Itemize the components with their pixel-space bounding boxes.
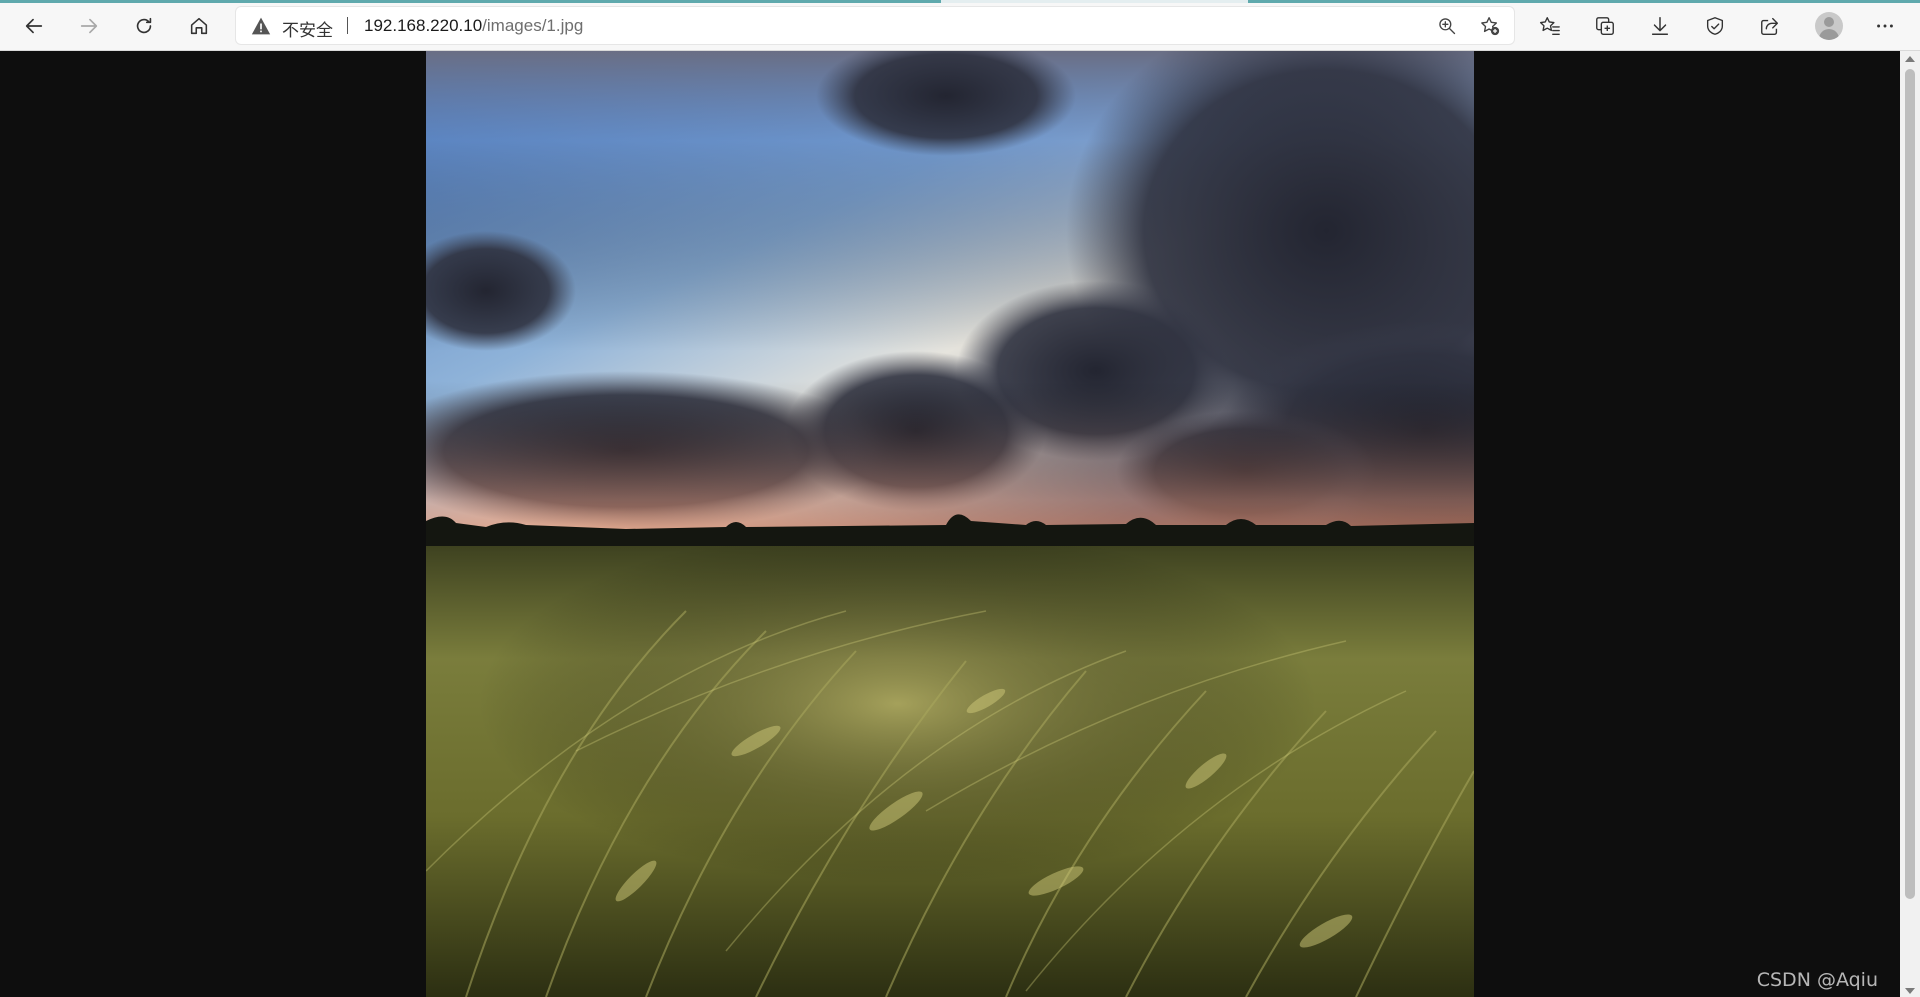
forward-icon xyxy=(80,18,98,34)
browser-essentials-button[interactable] xyxy=(1701,12,1729,40)
watermark-text: CSDN @Aqiu xyxy=(1756,969,1878,991)
more-options-button[interactable] xyxy=(1871,12,1899,40)
home-icon xyxy=(190,17,208,35)
avatar-body-shape xyxy=(1819,29,1839,40)
vertical-scrollbar[interactable] xyxy=(1900,51,1920,997)
back-button[interactable] xyxy=(16,8,52,44)
address-bar[interactable]: 不安全 192.168.220.10/images/1.jpg xyxy=(236,7,1514,44)
wheat-field-photo xyxy=(426,51,1474,997)
collections-icon xyxy=(1596,17,1614,35)
browser-toolbar: 不安全 192.168.220.10/images/1.jpg xyxy=(0,0,1920,51)
url-text[interactable]: 192.168.220.10/images/1.jpg xyxy=(364,16,583,36)
add-favorite-button[interactable] xyxy=(1478,14,1502,38)
add-favorite-icon xyxy=(1481,17,1500,36)
share-icon xyxy=(1761,17,1779,35)
security-status-label[interactable]: 不安全 xyxy=(282,16,333,41)
url-host: 192.168.220.10 xyxy=(364,16,483,35)
zoom-button[interactable] xyxy=(1435,14,1459,38)
url-path: /images/1.jpg xyxy=(482,16,584,35)
avatar-head-shape xyxy=(1824,17,1834,27)
page-viewport: CSDN @Aqiu xyxy=(0,51,1900,997)
address-divider xyxy=(347,17,348,34)
downloads-button[interactable] xyxy=(1646,12,1674,40)
collections-button[interactable] xyxy=(1591,12,1619,40)
profile-avatar[interactable] xyxy=(1815,12,1843,40)
back-icon xyxy=(25,18,43,34)
favorites-icon xyxy=(1539,17,1560,35)
refresh-icon xyxy=(136,17,152,34)
downloads-icon xyxy=(1651,17,1669,35)
forward-button[interactable] xyxy=(71,8,107,44)
zoom-icon xyxy=(1439,18,1456,35)
home-button[interactable] xyxy=(181,8,217,44)
share-button[interactable] xyxy=(1756,12,1784,40)
browser-essentials-icon xyxy=(1706,17,1724,35)
warning-icon[interactable] xyxy=(251,16,271,36)
more-icon xyxy=(1877,24,1893,28)
page-load-progress xyxy=(0,0,1920,3)
scrollbar-thumb[interactable] xyxy=(1905,69,1915,899)
refresh-button[interactable] xyxy=(126,8,162,44)
scroll-up-arrow-icon[interactable] xyxy=(1905,56,1915,62)
favorites-button[interactable] xyxy=(1536,12,1564,40)
main-image[interactable] xyxy=(426,51,1474,997)
scroll-down-arrow-icon[interactable] xyxy=(1905,988,1915,994)
